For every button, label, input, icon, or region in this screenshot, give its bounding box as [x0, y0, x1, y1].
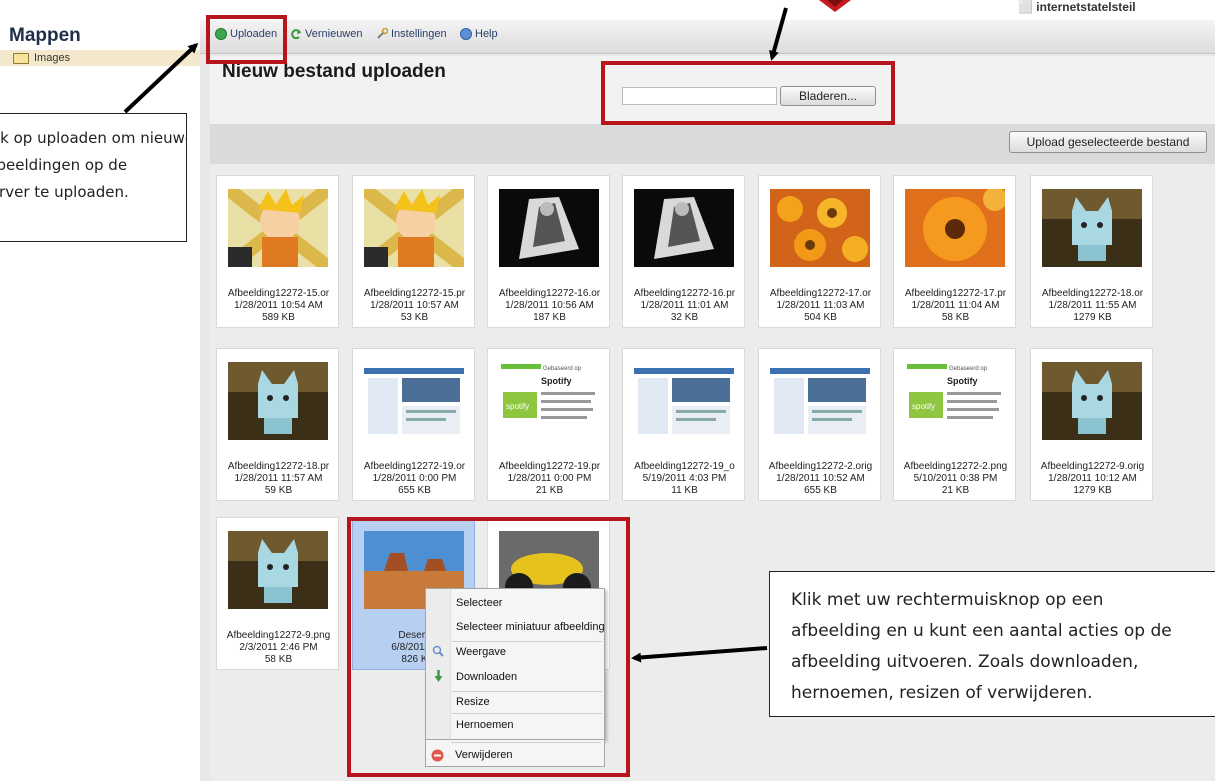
- callout-upload-line: Klik op uploaden om nieuwe: [0, 129, 186, 147]
- callout-context-line: Klik met uw rechtermuisknop op een: [791, 590, 1104, 610]
- callout-context-line: hernoemen, resizen of verwijderen.: [791, 683, 1093, 703]
- callout-context-line: afbeelding uitvoeren. Zoals downloaden,: [791, 652, 1139, 672]
- arrow-to-browse: [769, 7, 788, 61]
- arrow-to-context-menu: [631, 646, 768, 663]
- callout-context-menu: Klik met uw rechtermuisknop op een afbee…: [769, 571, 1215, 717]
- arrow-to-upload: [123, 42, 199, 114]
- callout-upload-line: server te uploaden.: [0, 183, 129, 201]
- callout-upload: Klik op uploaden om nieuwe afbeeldingen …: [0, 113, 187, 242]
- callout-context-line: afbeelding en u kunt een aantal acties o…: [791, 621, 1172, 641]
- callout-upload-line: afbeeldingen op de: [0, 156, 128, 174]
